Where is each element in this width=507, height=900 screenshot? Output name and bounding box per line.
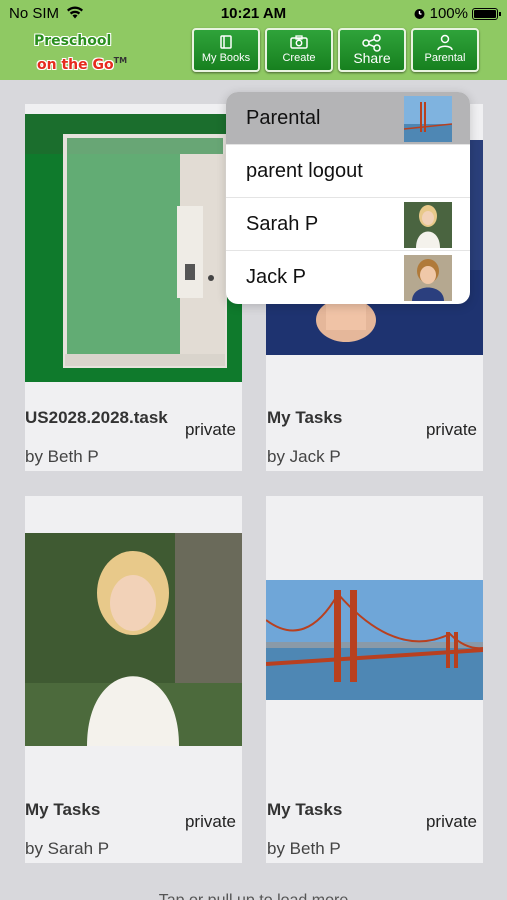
- alarm-icon: [414, 9, 425, 19]
- camera-icon: [290, 35, 308, 49]
- app-header: Preschool on the GoTM My Books Create Sh…: [0, 28, 507, 80]
- person-icon: [437, 34, 453, 51]
- card-image-display-case: [25, 114, 242, 382]
- card-title: My Tasks: [25, 800, 101, 819]
- menu-item-sarah[interactable]: Sarah P: [226, 198, 470, 251]
- menu-item-parent-logout[interactable]: parent logout: [226, 145, 470, 198]
- battery-status: 100%: [413, 5, 501, 22]
- create-label: Create: [282, 52, 316, 64]
- book-card[interactable]: My Tasks private by Beth P: [266, 496, 483, 863]
- my-books-label: My Books: [201, 52, 251, 64]
- menu-item-label: Jack P: [246, 266, 307, 288]
- status-bar: No SIM 10:21 AM 100%: [0, 0, 507, 28]
- share-label: Share: [353, 50, 391, 66]
- card-author: by Beth P: [25, 447, 99, 466]
- card-image-girl: [25, 533, 242, 746]
- card-title: My Tasks: [267, 408, 343, 427]
- my-books-button[interactable]: My Books: [192, 28, 260, 72]
- menu-item-jack[interactable]: Jack P: [226, 251, 470, 304]
- avatar-sarah: [404, 202, 452, 248]
- card-privacy: private: [425, 420, 477, 439]
- card-privacy: private: [184, 812, 236, 831]
- menu-item-parental[interactable]: Parental: [226, 92, 470, 145]
- card-privacy: private: [184, 420, 236, 439]
- logo-trademark: TM: [113, 56, 128, 65]
- book-card[interactable]: US2028.2028.task private by Beth P: [25, 104, 242, 471]
- menu-item-label: parent logout: [246, 159, 363, 182]
- avatar-jack: [404, 255, 452, 301]
- share-button[interactable]: Share: [338, 28, 406, 72]
- card-privacy: private: [425, 812, 477, 831]
- load-more-hint[interactable]: Tap or pull up to load more: [0, 892, 507, 900]
- book-card[interactable]: My Tasks private by Sarah P: [25, 496, 242, 863]
- battery-icon: [472, 7, 501, 20]
- app-logo: Preschool on the GoTM: [34, 32, 127, 75]
- card-title: US2028.2028.task: [25, 408, 168, 427]
- menu-item-label: Sarah P: [246, 212, 319, 235]
- battery-percent: 100%: [429, 5, 468, 22]
- card-image-golden-gate: [266, 580, 483, 700]
- card-author: by Jack P: [267, 447, 341, 466]
- parental-label: Parental: [424, 52, 466, 64]
- thumbnail-golden-gate: [404, 96, 452, 142]
- menu-item-label: Parental: [246, 106, 321, 129]
- card-title: My Tasks: [267, 800, 343, 819]
- parental-dropdown-menu: Parental parent logout Sarah P Jack P: [226, 92, 470, 304]
- card-author: by Beth P: [267, 839, 341, 858]
- parental-button[interactable]: Parental: [411, 28, 479, 72]
- logo-line2: on the Go: [37, 56, 114, 73]
- create-button[interactable]: Create: [265, 28, 333, 72]
- card-author: by Sarah P: [25, 839, 110, 858]
- logo-line1: Preschool: [34, 33, 112, 49]
- book-icon: [220, 35, 232, 49]
